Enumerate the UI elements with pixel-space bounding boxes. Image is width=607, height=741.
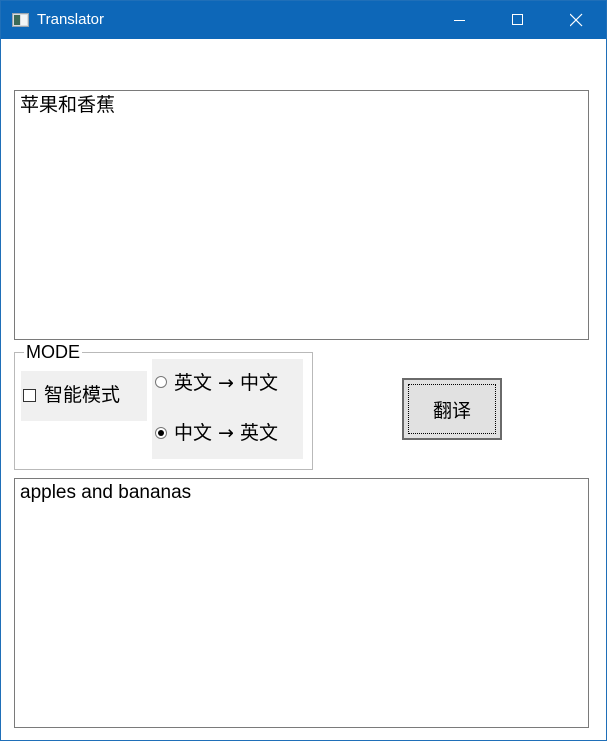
window-title: Translator <box>37 11 104 28</box>
direction-radio-group: 英文 → 中文 中文 → 英文 <box>152 359 303 459</box>
translate-button[interactable]: 翻译 <box>402 378 502 440</box>
radio-zh-to-en-label[interactable]: 中文 → 英文 <box>174 420 278 446</box>
smart-mode-label: 智能模式 <box>44 384 121 406</box>
radio-zh-to-en[interactable] <box>155 427 167 439</box>
translate-button-label: 翻译 <box>432 399 471 422</box>
smart-mode-checkbox[interactable]: 智能模式 <box>21 371 147 421</box>
close-icon <box>570 13 583 27</box>
translated-text-output[interactable]: apples and bananas <box>14 478 589 728</box>
mode-groupbox: MODE 智能模式 英文 → 中文 中文 → 英文 <box>14 342 313 470</box>
checkbox-box[interactable] <box>23 389 36 402</box>
app-icon <box>12 13 29 27</box>
maximize-icon <box>512 14 523 25</box>
source-text-input[interactable]: 苹果和香蕉 <box>14 90 589 340</box>
radio-en-to-zh[interactable] <box>155 376 167 388</box>
maximize-button[interactable] <box>490 1 548 39</box>
radio-en-to-zh-label[interactable]: 英文 → 中文 <box>174 370 278 396</box>
translator-window: Translator 苹果和香蕉 MODE 智能模式 英文 → 中文 中文 → … <box>0 0 607 741</box>
title-bar[interactable]: Translator <box>1 1 606 39</box>
minimize-icon <box>454 20 465 21</box>
mode-legend: MODE <box>24 342 82 362</box>
close-button[interactable] <box>548 1 606 39</box>
minimize-button[interactable] <box>432 1 490 39</box>
